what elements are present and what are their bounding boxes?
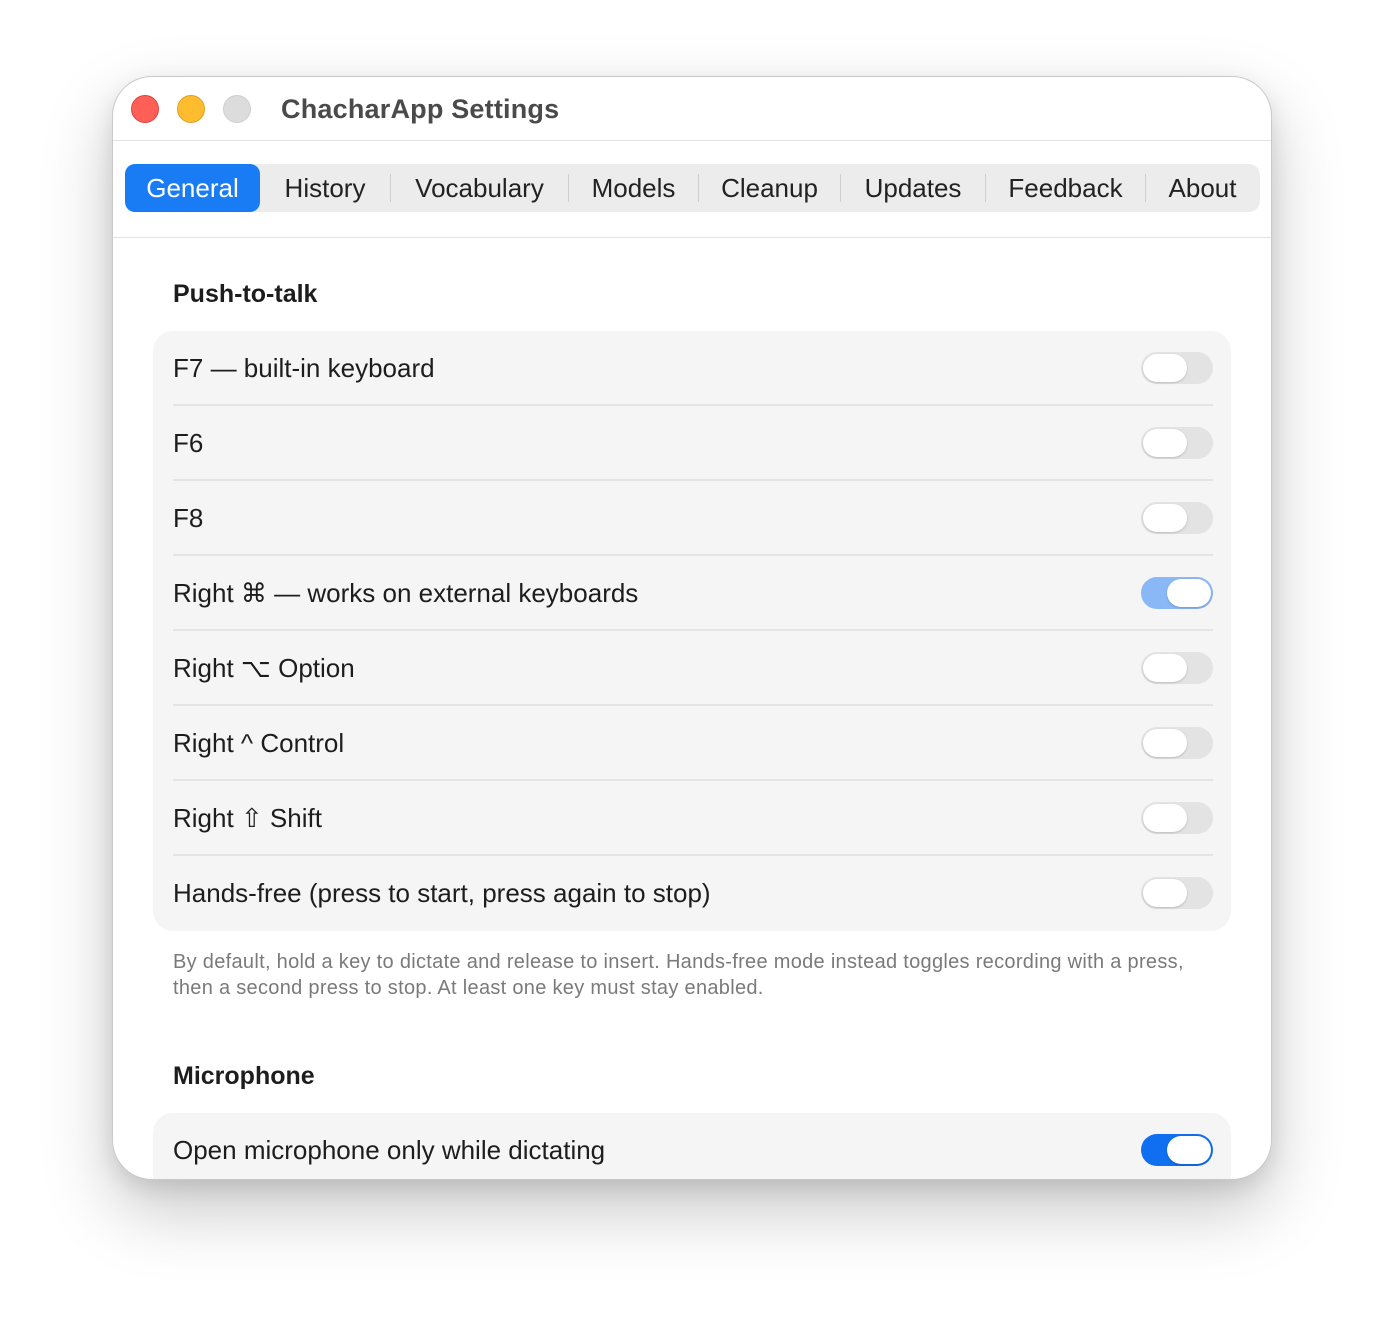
window-title: ChacharApp Settings xyxy=(281,94,560,124)
mic-row-open-while-dictating: Open microphone only while dictating xyxy=(153,1113,1231,1179)
ptt-row-f7: F7 — built-in keyboard xyxy=(153,331,1231,406)
ptt-row-label: Right ⌘ — works on external keyboards xyxy=(173,578,639,608)
mic-row-label: Open microphone only while dictating xyxy=(173,1135,606,1165)
close-window-button[interactable] xyxy=(131,95,159,123)
right-command-toggle[interactable] xyxy=(1141,577,1213,609)
toggle-knob xyxy=(1143,504,1187,532)
ptt-row-label: Hands-free (press to start, press again … xyxy=(173,878,711,908)
tab-history[interactable]: History xyxy=(260,164,390,212)
tab-vocabulary[interactable]: Vocabulary xyxy=(391,164,568,212)
ptt-row-label: F8 xyxy=(173,503,204,533)
ptt-row-label: F7 — built-in keyboard xyxy=(173,353,435,383)
toggle-knob xyxy=(1143,654,1187,682)
ptt-row-label: Right ⌥ Option xyxy=(173,653,355,683)
zoom-window-button[interactable] xyxy=(223,95,251,123)
ptt-row-label: Right ⇧ Shift xyxy=(173,803,322,833)
ptt-row-right-option: Right ⌥ Option xyxy=(153,631,1231,706)
settings-window: ChacharApp Settings General History Voca… xyxy=(112,76,1272,1180)
tab-bar-area: General History Vocabulary Models Cleanu… xyxy=(113,141,1271,238)
right-shift-toggle[interactable] xyxy=(1141,802,1213,834)
right-option-toggle[interactable] xyxy=(1141,652,1213,684)
toggle-knob xyxy=(1143,729,1187,757)
title-bar: ChacharApp Settings xyxy=(113,77,1271,141)
toggle-knob xyxy=(1143,804,1187,832)
ptt-row-label: Right ^ Control xyxy=(173,728,345,758)
push-to-talk-group: F7 — built-in keyboard F6 F8 Right ⌘ — w… xyxy=(153,331,1231,931)
tab-general[interactable]: General xyxy=(125,164,260,212)
ptt-row-right-command: Right ⌘ — works on external keyboards xyxy=(153,556,1231,631)
toggle-knob xyxy=(1167,579,1211,607)
general-pane: Push-to-talk F7 — built-in keyboard F6 F… xyxy=(113,238,1271,1179)
tab-feedback[interactable]: Feedback xyxy=(986,164,1145,212)
ptt-row-label: F6 xyxy=(173,428,204,458)
ptt-row-right-control: Right ^ Control xyxy=(153,706,1231,781)
minimize-window-button[interactable] xyxy=(177,95,205,123)
microphone-group: Open microphone only while dictating xyxy=(153,1113,1231,1179)
toggle-knob xyxy=(1167,1136,1211,1164)
toggle-knob xyxy=(1143,879,1187,907)
right-control-toggle[interactable] xyxy=(1141,727,1213,759)
microphone-heading: Microphone xyxy=(173,1062,315,1090)
toggle-knob xyxy=(1143,429,1187,457)
tab-cleanup[interactable]: Cleanup xyxy=(699,164,840,212)
f7-toggle[interactable] xyxy=(1141,352,1213,384)
f8-toggle[interactable] xyxy=(1141,502,1213,534)
ptt-row-right-shift: Right ⇧ Shift xyxy=(153,781,1231,856)
toggle-knob xyxy=(1143,354,1187,382)
open-mic-while-dictating-toggle[interactable] xyxy=(1141,1134,1213,1166)
push-to-talk-heading: Push-to-talk xyxy=(173,280,318,308)
tab-updates[interactable]: Updates xyxy=(841,164,985,212)
tab-bar: General History Vocabulary Models Cleanu… xyxy=(125,164,1260,212)
tab-models[interactable]: Models xyxy=(569,164,698,212)
hands-free-toggle[interactable] xyxy=(1141,877,1213,909)
ptt-row-f8: F8 xyxy=(153,481,1231,556)
ptt-row-f6: F6 xyxy=(153,406,1231,481)
tab-about[interactable]: About xyxy=(1146,164,1259,212)
f6-toggle[interactable] xyxy=(1141,427,1213,459)
push-to-talk-footnote: By default, hold a key to dictate and re… xyxy=(173,951,1184,999)
ptt-row-hands-free: Hands-free (press to start, press again … xyxy=(153,856,1231,931)
